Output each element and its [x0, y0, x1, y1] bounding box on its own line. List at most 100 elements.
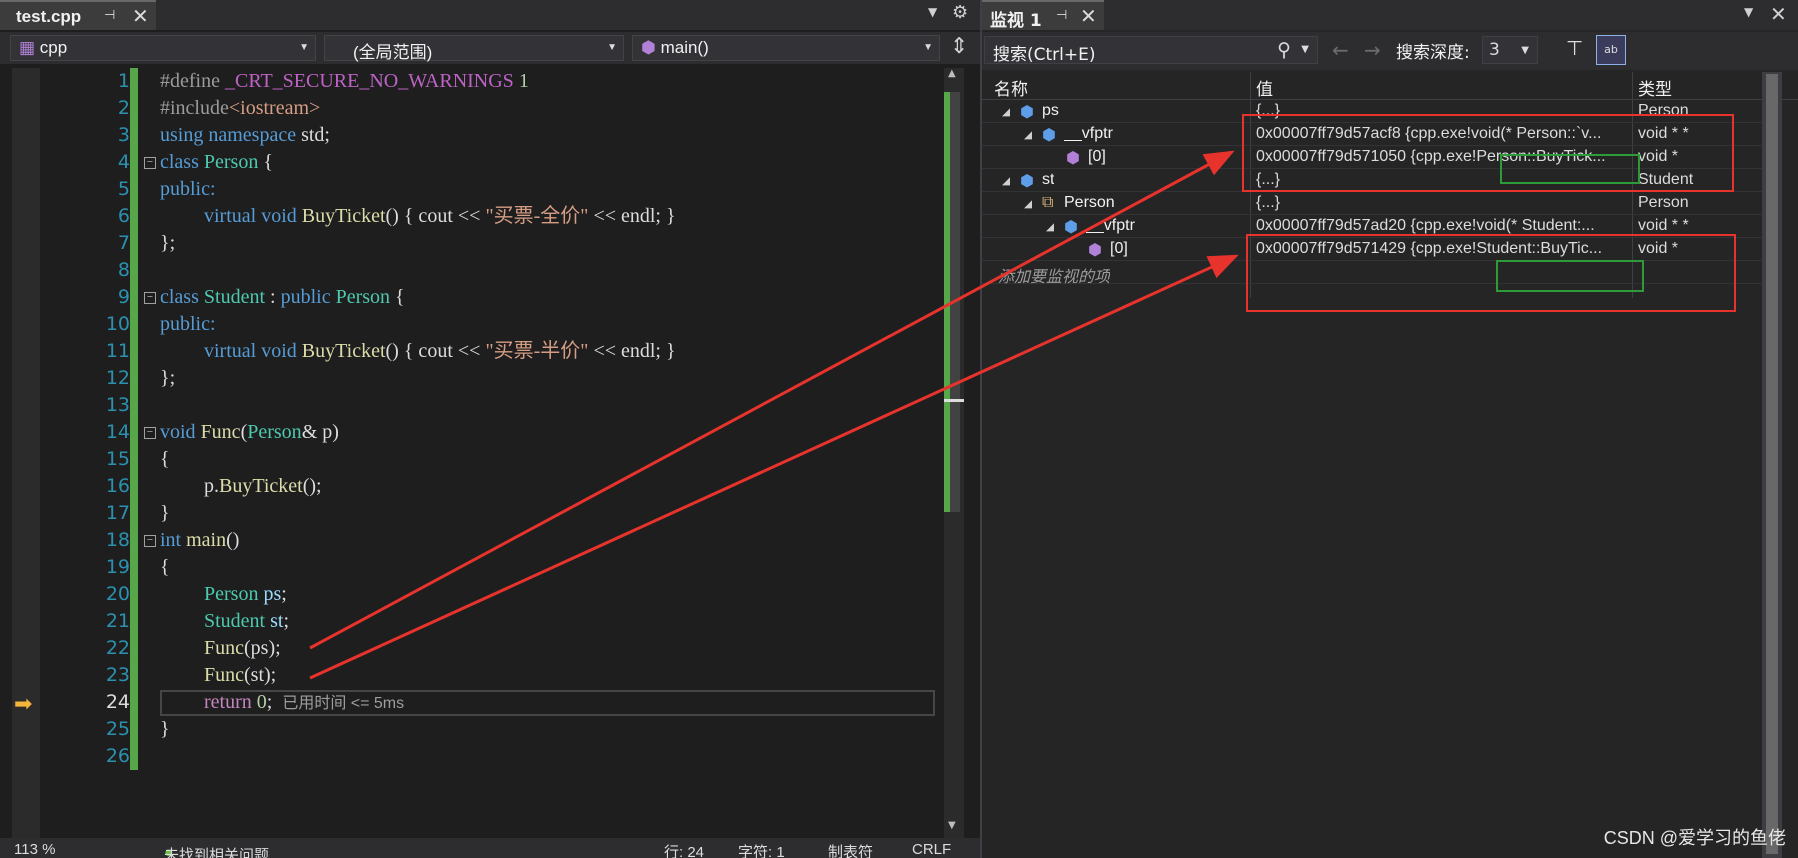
scroll-up-arrow-icon[interactable]: ▲ [948, 68, 956, 79]
line-number: 8 [117, 259, 130, 281]
line-number: 13 [105, 394, 130, 416]
tabs-indicator[interactable]: 制表符 [828, 841, 873, 858]
tab-list-dropdown-icon[interactable]: ▼ [928, 5, 937, 19]
code-line-3: using namespace std; [160, 124, 330, 146]
tab-test-cpp[interactable]: test.cpp ⊣ ✕ [0, 0, 156, 30]
search-next-arrow-icon[interactable]: → [1364, 38, 1381, 62]
navigation-bar: ▦ cpp ▼ (全局范围) ▼ ⬢ main() ▼ ⇕ [0, 32, 980, 64]
scroll-down-arrow-icon[interactable]: ▼ [948, 820, 956, 831]
line-indicator[interactable]: 行: 24 [664, 841, 704, 858]
code-editor-pane: test.cpp ⊣ ✕ ▼ ⚙ ▦ cpp ▼ (全局范围) ▼ ⬢ main… [0, 0, 980, 858]
pin-icon[interactable]: ⊣ [104, 8, 115, 23]
search-icon[interactable]: ⚲ [1277, 39, 1291, 61]
fold-toggle[interactable]: − [144, 157, 156, 169]
scope-name: (全局范围) [353, 43, 433, 62]
hex-display-icon[interactable]: ab [1596, 35, 1626, 65]
issues-status[interactable]: 未找到相关问题 [164, 844, 269, 858]
indicator-margin [12, 68, 40, 858]
variable-icon: ⬢ [1064, 219, 1078, 236]
line-number: 19 [105, 556, 130, 578]
search-depth-label: 搜索深度: [1396, 43, 1470, 63]
line-number: 7 [117, 232, 130, 254]
editor-vertical-scrollbar[interactable]: ▲ ▼ [944, 68, 964, 840]
line-number: 11 [105, 340, 130, 362]
line-number: 2 [117, 97, 130, 119]
tab-watch-1[interactable]: 监视 1 ⊣ ✕ [982, 0, 1104, 31]
member-dropdown[interactable]: ⬢ main() ▼ [632, 35, 940, 61]
code-line-11: virtual void BuyTicket() { cout << "买票-半… [204, 340, 676, 362]
line-number: 4 [117, 151, 130, 173]
fold-toggle[interactable]: − [144, 535, 156, 547]
code-line-19: { [160, 556, 170, 578]
gear-icon[interactable]: ⚙ [952, 2, 968, 23]
fold-toggle[interactable]: − [144, 427, 156, 439]
code-line-6: virtual void BuyTicket() { cout << "买票-全… [204, 205, 676, 227]
chevron-down-icon: ▼ [299, 42, 309, 53]
search-input[interactable]: 搜索(Ctrl+E) ⚲ ▼ [984, 36, 1318, 65]
column-header-value[interactable]: 值 [1256, 75, 1273, 100]
search-placeholder: 搜索(Ctrl+E) [993, 45, 1096, 65]
column-header-name[interactable]: 名称 [994, 75, 1028, 100]
code-line-10: public: [160, 313, 216, 335]
collapse-arrow-icon[interactable]: ◢ [1046, 220, 1054, 233]
code-line-1: #define _CRT_SECURE_NO_WARNINGS 1 [160, 70, 529, 92]
tab-title: 监视 1 [990, 11, 1042, 31]
pointer-item-icon: ⬢ [1066, 150, 1080, 167]
editor-status-bar: 113 % ● 未找到相关问题 行: 24 字符: 1 制表符 CRLF [0, 838, 980, 858]
code-line-14: − void Func(Person& p) [144, 419, 339, 446]
project-dropdown[interactable]: ▦ cpp ▼ [10, 35, 316, 61]
code-line-18: − int main() [144, 527, 239, 554]
collapse-arrow-icon[interactable]: ◢ [1024, 128, 1032, 141]
line-number: 26 [105, 745, 130, 767]
scope-dropdown[interactable]: (全局范围) ▼ [324, 35, 624, 62]
watch-vertical-scrollbar[interactable] [1762, 72, 1782, 858]
code-line-12: }; [160, 367, 176, 389]
split-window-icon[interactable]: ⇕ [950, 34, 968, 59]
pin-to-source-icon[interactable]: ⊤ [1566, 36, 1583, 60]
pin-icon[interactable]: ⊣ [1056, 8, 1067, 23]
code-line-20: Person ps; [204, 583, 287, 605]
column-indicator[interactable]: 字符: 1 [738, 841, 785, 858]
line-number: 3 [117, 124, 130, 146]
annotation-green-box-student-buyticket [1496, 260, 1644, 292]
variable-icon: ⬢ [1020, 173, 1034, 190]
line-numbers: 1 2 3 4 5 6 7 8 9 10 11 12 13 14 15 16 17 18 19 20 21 22 23 24 2… [44, 68, 130, 768]
line-ending-indicator[interactable]: CRLF [912, 841, 951, 858]
scrollbar-caret-marker [944, 399, 964, 402]
code-line-22: Func(ps); [204, 637, 281, 659]
column-header-type[interactable]: 类型 [1638, 75, 1672, 100]
watch-toolbar: 搜索(Ctrl+E) ⚲ ▼ ← → 搜索深度: 3 ▼ ⊤ ab [982, 32, 1798, 70]
line-number: 12 [105, 367, 130, 389]
line-number: 23 [105, 664, 130, 686]
window-dropdown-icon[interactable]: ▼ [1744, 5, 1753, 19]
code-line-4: − class Person { [144, 149, 273, 176]
scrollbar-thumb[interactable] [1766, 74, 1778, 854]
search-previous-arrow-icon[interactable]: ← [1332, 38, 1349, 62]
watch-tab-strip: 监视 1 ⊣ ✕ ▼ ✕ [982, 0, 1798, 31]
line-number: 25 [105, 718, 130, 740]
zoom-level[interactable]: 113 % [14, 841, 55, 858]
watermark: CSDN @爱学习的鱼佬 [1603, 828, 1786, 848]
code-line-2: #include<iostream> [160, 97, 321, 119]
fold-toggle[interactable]: − [144, 292, 156, 304]
code-line-16: p.BuyTicket(); [204, 475, 322, 497]
method-cube-icon: ⬢ [641, 38, 656, 57]
line-number: 22 [105, 637, 130, 659]
collapse-arrow-icon[interactable]: ◢ [1002, 105, 1010, 118]
close-icon[interactable]: ✕ [132, 4, 149, 28]
line-number: 18 [105, 529, 130, 551]
instruction-pointer-arrow-icon: ➡ [14, 692, 33, 717]
variable-icon: ⬢ [1042, 127, 1056, 144]
collapse-arrow-icon[interactable]: ◢ [1002, 174, 1010, 187]
close-window-icon[interactable]: ✕ [1770, 2, 1787, 26]
code-line-15: { [160, 448, 170, 470]
collapse-arrow-icon[interactable]: ◢ [1024, 197, 1032, 210]
search-depth-select[interactable]: 3 ▼ [1482, 36, 1538, 64]
code-line-23: Func(st); [204, 664, 277, 686]
line-number: 6 [117, 205, 130, 227]
annotation-green-box-person-buyticket [1500, 154, 1640, 184]
watch-row-st-person[interactable]: ◢ ⧉ Person {...} Person [982, 192, 1762, 215]
close-icon[interactable]: ✕ [1080, 4, 1097, 28]
chevron-down-icon[interactable]: ▼ [1301, 44, 1309, 55]
scrollbar-change-marker [944, 92, 950, 512]
